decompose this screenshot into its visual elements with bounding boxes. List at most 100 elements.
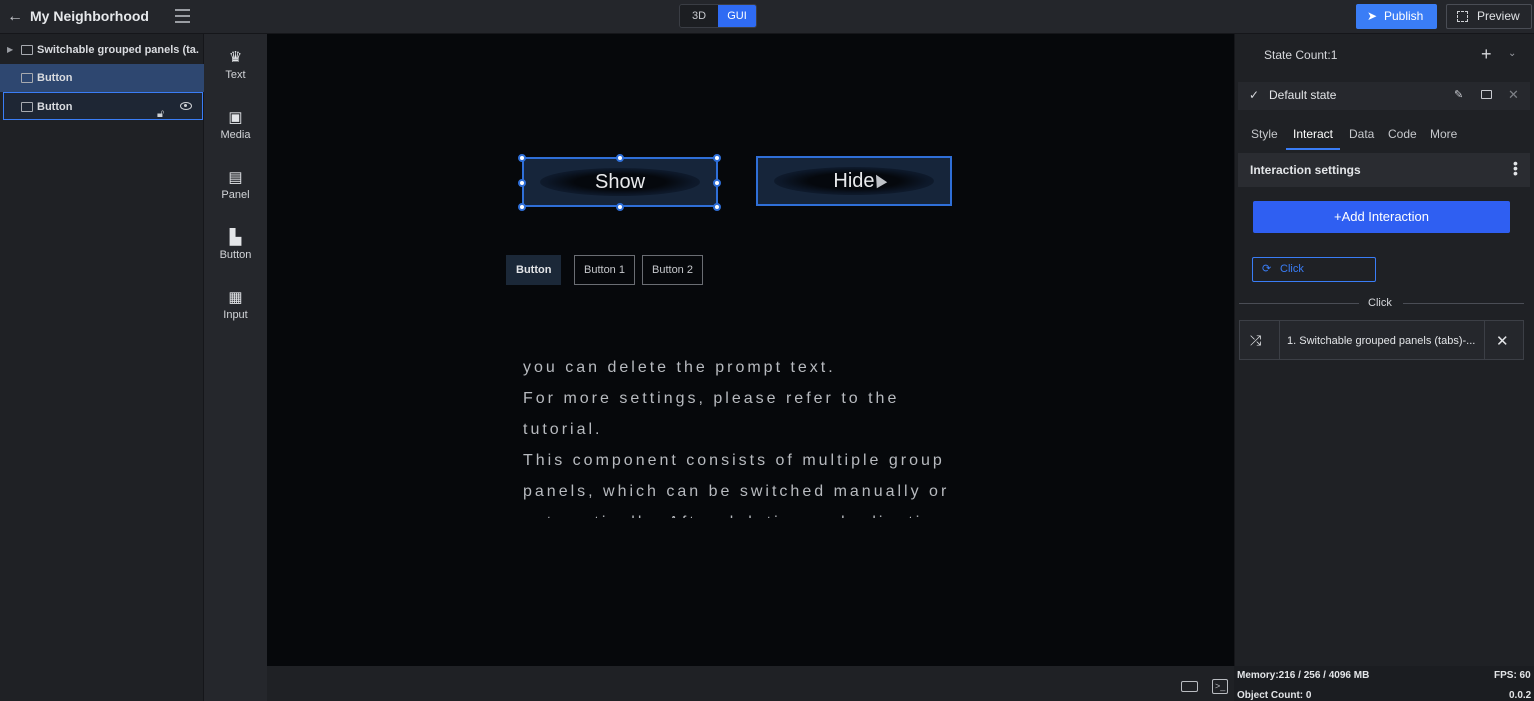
layer-tree: ▶ Switchable grouped panels (ta... Butto…: [0, 34, 204, 701]
canvas-tab-button-1[interactable]: Button 1: [574, 255, 635, 285]
resize-handle[interactable]: [518, 154, 526, 162]
canvas-tab-button[interactable]: Button: [506, 255, 562, 285]
back-arrow-icon[interactable]: ←: [6, 8, 24, 26]
project-title: My Neighborhood: [30, 8, 149, 24]
terminal-icon[interactable]: >_: [1212, 679, 1228, 694]
palette-item-media[interactable]: ▣ Media: [204, 106, 267, 156]
keyboard-icon[interactable]: [1181, 681, 1198, 692]
pointer-click-icon: ⟳: [1262, 263, 1272, 275]
version-label: 0.0.2: [1509, 690, 1532, 701]
state-count: State Count:1: [1264, 48, 1338, 62]
tree-item-label: Button: [37, 101, 73, 113]
palette-label: Panel: [221, 189, 250, 201]
fps-readout: FPS: 60: [1494, 670, 1531, 681]
palette-item-text[interactable]: ♛ Text: [204, 46, 267, 96]
object-count: Object Count: 0: [1237, 690, 1312, 701]
resize-handle[interactable]: [616, 203, 624, 211]
fullscreen-icon: [1457, 11, 1468, 22]
more-vertical-icon[interactable]: • • •: [1513, 156, 1518, 180]
eye-icon[interactable]: [180, 102, 192, 110]
divider: [1484, 321, 1485, 359]
trigger-click-chip[interactable]: ⟳ Click: [1252, 257, 1376, 282]
panel-icon: ▤: [228, 169, 243, 186]
tree-item-button-selected[interactable]: Button 🔓︎: [3, 92, 203, 120]
top-bar: [0, 0, 1534, 34]
resize-handle[interactable]: [713, 203, 721, 211]
component-icon: [21, 73, 33, 83]
check-icon: ✓: [1249, 88, 1260, 102]
component-icon: [21, 45, 33, 55]
map-icon: ▦: [228, 289, 243, 306]
unlock-icon[interactable]: 🔓︎: [157, 100, 169, 120]
canvas-footer: [267, 666, 1234, 701]
publish-label: Publish: [1384, 9, 1424, 23]
remove-action-icon[interactable]: ✕: [1496, 332, 1509, 350]
edit-icon[interactable]: ✎: [1454, 88, 1463, 101]
close-icon[interactable]: ✕: [1508, 87, 1519, 103]
tab-style[interactable]: Style: [1251, 127, 1278, 141]
palette-item-panel[interactable]: ▤ Panel: [204, 166, 267, 216]
resize-handle[interactable]: [713, 154, 721, 162]
default-state-label: Default state: [1269, 88, 1337, 102]
resize-handle[interactable]: [616, 154, 624, 162]
prompt-line: automatically. After deleting and adjust…: [523, 507, 1003, 518]
send-icon: ➤: [1367, 9, 1378, 23]
mode-3d-button[interactable]: 3D: [680, 5, 718, 27]
hide-button[interactable]: Hide: [756, 156, 952, 206]
palette-label: Input: [223, 309, 248, 321]
tab-more[interactable]: More: [1430, 127, 1457, 141]
action-label: 1. Switchable grouped panels (tabs)-...: [1287, 335, 1476, 347]
interaction-settings-title: Interaction settings: [1250, 163, 1361, 177]
prompt-line: you can delete the prompt text.: [523, 359, 836, 376]
component-icon: [21, 102, 33, 112]
palette-item-input[interactable]: ▦ Input: [204, 286, 267, 336]
resize-handle[interactable]: [518, 179, 526, 187]
show-button-label: Show: [594, 170, 646, 193]
add-state-icon[interactable]: +: [1481, 45, 1492, 63]
divider: [1279, 321, 1280, 359]
canvas-tab-button-2[interactable]: Button 2: [642, 255, 703, 285]
prompt-line: For more settings, please refer to the: [523, 390, 900, 407]
preview-button[interactable]: Preview: [1446, 4, 1532, 29]
tree-item-switchable-panels[interactable]: ▶ Switchable grouped panels (ta...: [0, 36, 204, 64]
palette-item-button[interactable]: ▙ Button: [204, 226, 267, 276]
add-interaction-button[interactable]: +Add Interaction: [1253, 201, 1510, 233]
tab-code[interactable]: Code: [1388, 127, 1417, 141]
canvas[interactable]: [267, 34, 1234, 666]
copy-icon[interactable]: [1481, 90, 1492, 99]
bar-chart-icon: ▙: [229, 229, 242, 246]
resize-handle[interactable]: [518, 203, 526, 211]
prompt-line: panels, which can be switched manually o…: [523, 483, 950, 500]
divider: [1403, 303, 1524, 304]
prompt-text: you can delete the prompt text. For more…: [523, 352, 1003, 518]
tree-item-label: Switchable grouped panels (ta...: [37, 44, 199, 56]
preview-label: Preview: [1477, 9, 1520, 23]
plus-icon: +: [1333, 209, 1342, 224]
tree-item-button[interactable]: Button: [0, 64, 204, 92]
camera-icon: ▣: [228, 109, 243, 126]
palette-label: Button: [219, 249, 252, 261]
show-button[interactable]: Show: [522, 157, 718, 207]
trigger-label: Click: [1280, 263, 1304, 275]
expand-arrow-icon[interactable]: ▶: [7, 36, 13, 64]
active-tab-indicator: [1286, 148, 1340, 150]
event-group-label: Click: [1368, 297, 1392, 309]
crown-icon: ♛: [228, 49, 243, 66]
publish-button[interactable]: ➤ Publish: [1356, 4, 1437, 29]
palette-label: Media: [220, 129, 251, 141]
hamburger-menu-icon[interactable]: [175, 9, 190, 23]
add-interaction-label: Add Interaction: [1341, 209, 1430, 224]
prompt-line: This component consists of multiple grou…: [523, 452, 945, 469]
tree-item-label: Button: [37, 72, 73, 84]
divider: [1239, 303, 1359, 304]
mode-switch: 3D GUI: [679, 4, 757, 28]
chevron-down-icon[interactable]: ⌄: [1508, 48, 1516, 59]
shuffle-icon: ⤮: [1250, 332, 1262, 348]
tab-interact[interactable]: Interact: [1293, 127, 1333, 141]
palette-label: Text: [225, 69, 246, 81]
mode-gui-button[interactable]: GUI: [718, 5, 756, 27]
resize-handle[interactable]: [713, 179, 721, 187]
memory-readout: Memory:216 / 256 / 4096 MB: [1237, 670, 1370, 681]
hide-button-label: Hide: [833, 169, 875, 192]
tab-data[interactable]: Data: [1349, 127, 1374, 141]
